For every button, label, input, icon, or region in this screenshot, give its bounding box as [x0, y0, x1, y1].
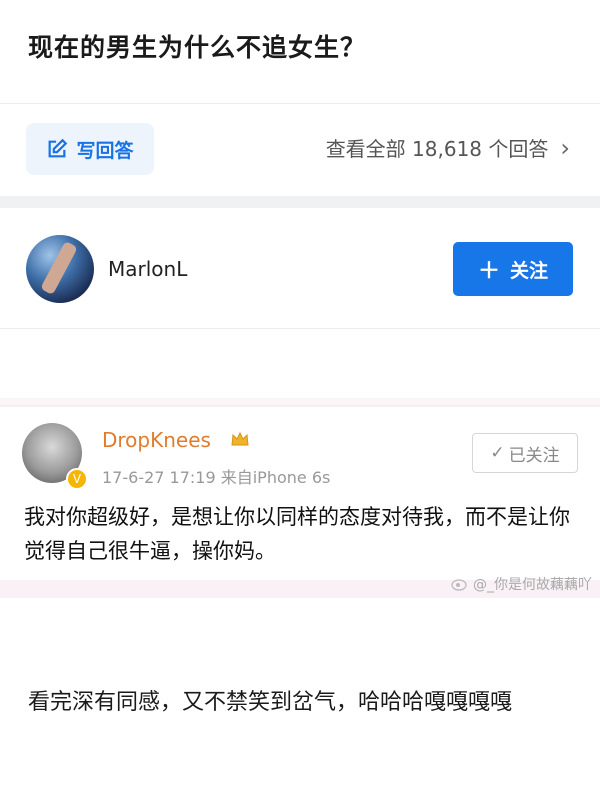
write-answer-label: 写回答: [76, 139, 134, 162]
view-all-label: 查看全部 18,618 个回答: [325, 137, 549, 161]
plus-icon: ＋: [477, 259, 500, 284]
weibo-meta: 17-6-27 17:19 来自iPhone 6s: [102, 468, 331, 487]
chevron-right-icon: ›: [560, 133, 570, 162]
view-all-answers-link[interactable]: 查看全部 18,618 个回答 ›: [326, 133, 570, 162]
question-title: 现在的男生为什么不追女生？: [28, 33, 367, 62]
verified-badge-icon: V: [66, 468, 88, 490]
avatar[interactable]: [26, 235, 94, 303]
followed-label: 已关注: [508, 445, 560, 466]
follow-button[interactable]: ＋ 关注: [453, 242, 573, 296]
write-answer-button[interactable]: 写回答: [26, 123, 154, 175]
weibo-content: 我对你超级好，是想让你以同样的态度对待我，而不是让你觉得自己很牛逼，操你妈。: [24, 505, 570, 563]
follow-label: 关注: [510, 259, 549, 282]
edit-icon: [49, 138, 68, 158]
check-icon: ✓: [490, 443, 505, 463]
followed-button: ✓ 已关注: [472, 433, 578, 473]
crown-icon: [231, 431, 249, 446]
weibo-logo-icon: [451, 579, 467, 591]
divider: [0, 103, 600, 104]
answer-comment: 看完深有同感，又不禁笑到岔气，哈哈哈嘎嘎嘎嘎: [28, 690, 513, 715]
divider: [0, 328, 600, 329]
section-separator: [0, 196, 600, 208]
weibo-username: DropKnees: [102, 428, 211, 452]
watermark-text: @_你是何故藕藕吖: [473, 577, 592, 593]
watermark: @_你是何故藕藕吖: [451, 574, 592, 594]
author-name[interactable]: MarlonL: [108, 257, 187, 281]
